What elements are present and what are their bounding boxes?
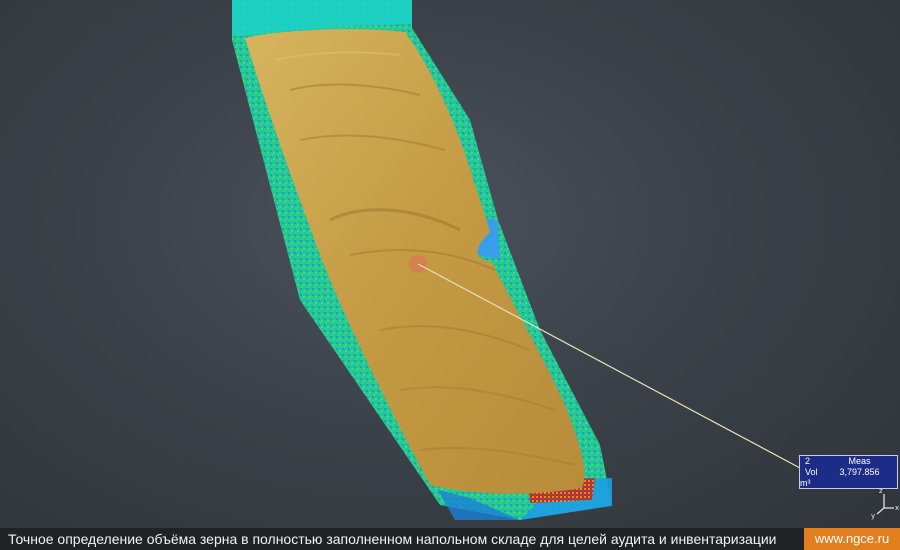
svg-text:y: y [871,512,875,520]
3d-scan-viewport[interactable]: z x y [0,0,900,550]
measurement-label: Vol [805,467,818,477]
caption-text: Точное определение объёма зерна в полнос… [8,531,777,547]
measurement-panel[interactable]: 2 Meas Vol 3,797.856 m³ [799,455,898,489]
svg-text:x: x [895,504,899,512]
caption-bar: Точное определение объёма зерна в полнос… [0,528,900,550]
measurement-header: Meas [848,456,871,466]
measurement-index: 2 [805,456,811,466]
measurement-unit: m³ [800,478,811,488]
site-link[interactable]: www.ngce.ru [804,528,900,550]
axis-triad-icon: z x y [871,487,899,520]
measurement-value: 3,797.856 [839,467,880,477]
